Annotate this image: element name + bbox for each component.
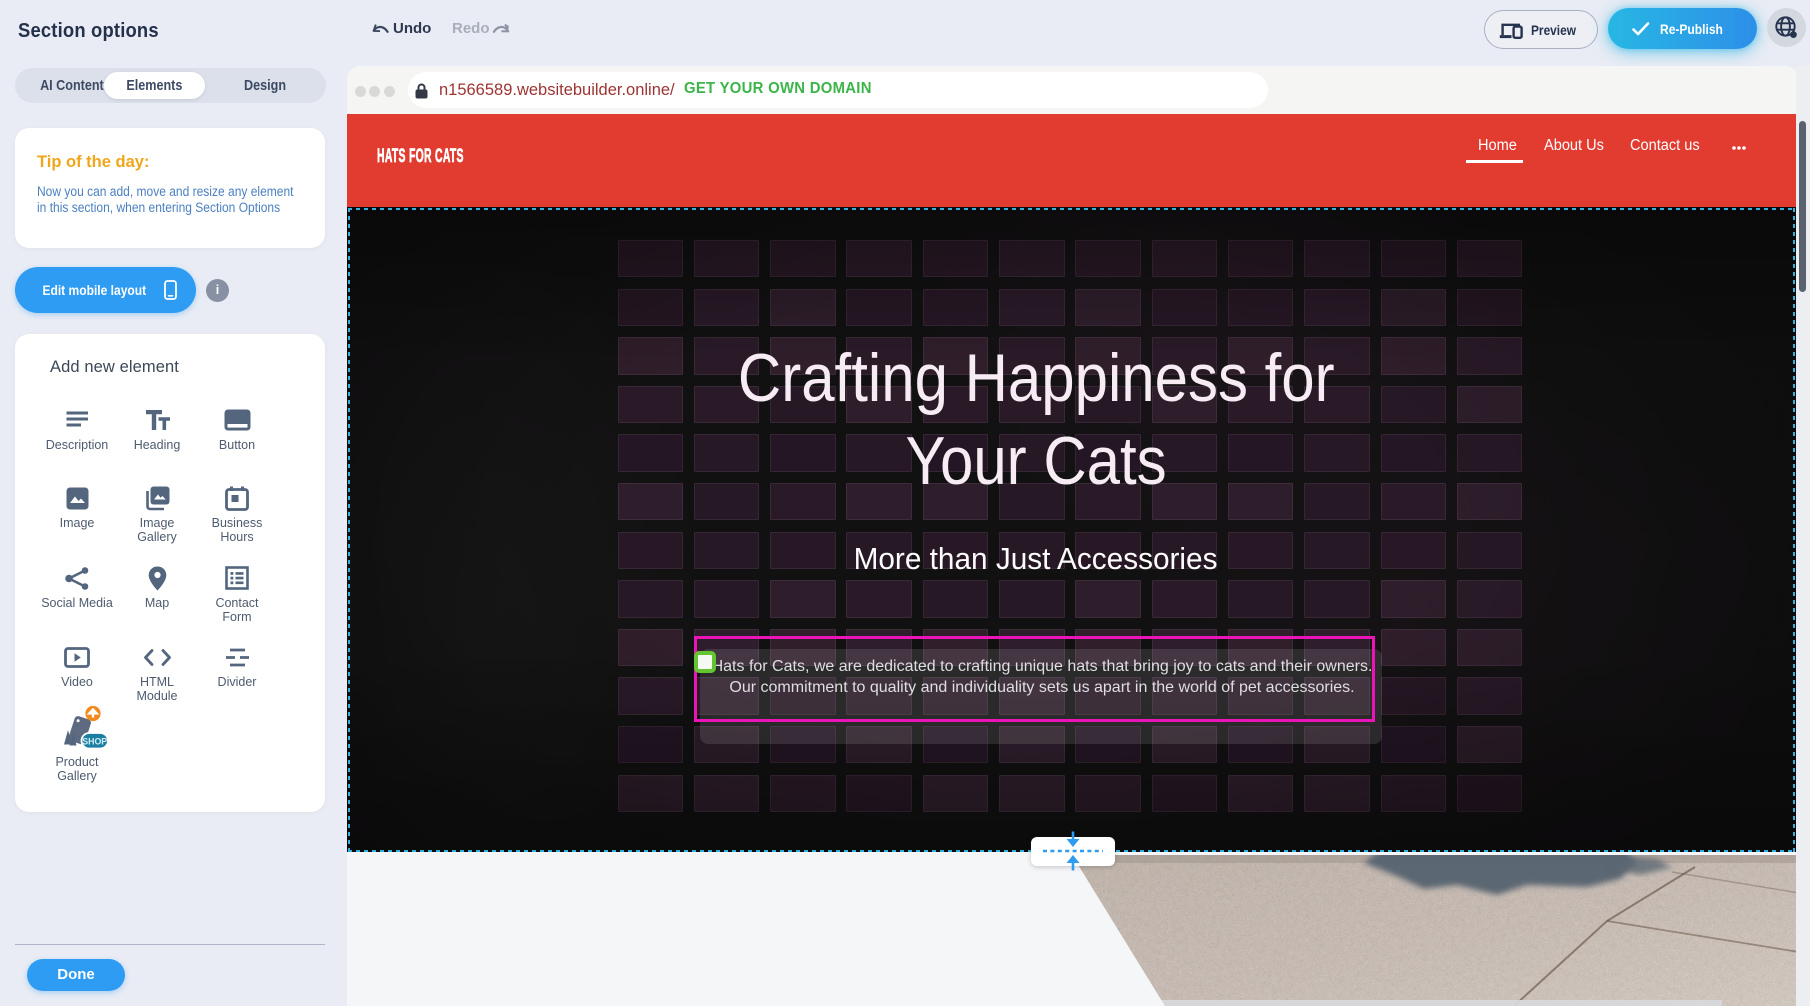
svg-text:SHOP: SHOP xyxy=(82,736,107,746)
